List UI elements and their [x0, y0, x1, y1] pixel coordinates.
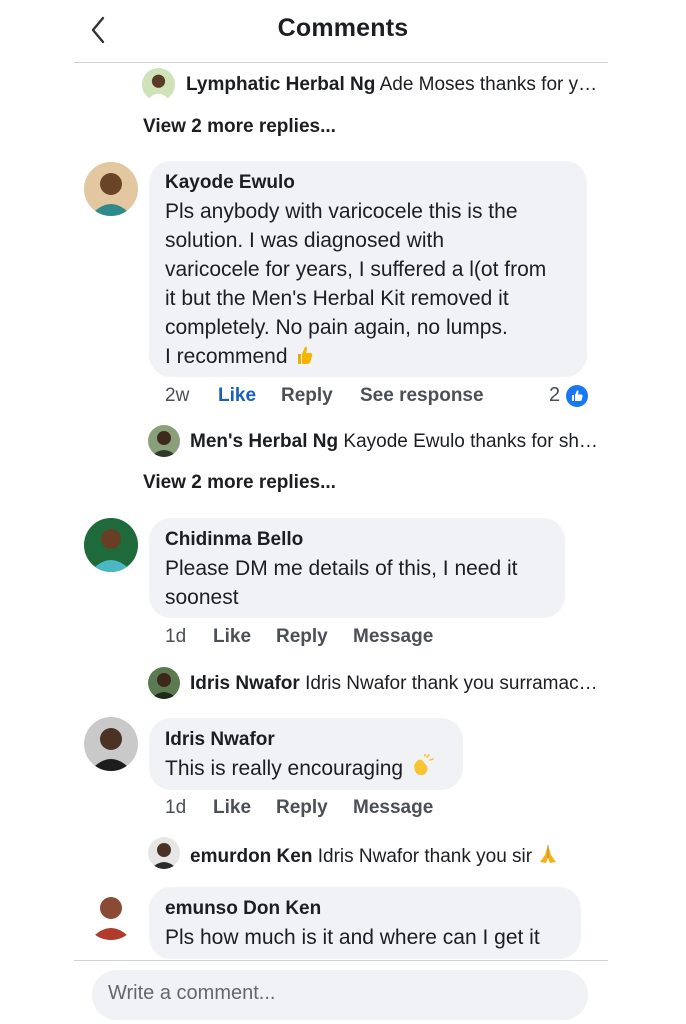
comment-author[interactable]: Kayode Ewulo — [165, 171, 571, 195]
comment-actions: 1d Like Reply Message — [165, 626, 433, 648]
avatar[interactable] — [148, 425, 180, 457]
comment-text: Pls how much is it and where can I get i… — [165, 926, 540, 949]
avatar[interactable] — [84, 886, 138, 940]
reply-author[interactable]: emurdon Ken — [190, 846, 312, 867]
view-more-replies-link[interactable]: View 2 more replies... — [143, 116, 336, 138]
reply-text: Idris Nwafor thank you sir — [317, 846, 533, 867]
comment-input[interactable]: Write a comment... — [108, 982, 275, 1005]
message-button[interactable]: Message — [353, 797, 433, 819]
like-reaction-icon — [566, 384, 589, 407]
reaction-count[interactable]: 2 — [549, 384, 589, 407]
avatar[interactable] — [84, 162, 138, 216]
reply-button[interactable]: Reply — [281, 385, 360, 407]
comment-author[interactable]: Chidinma Bello — [165, 528, 549, 552]
comment-author[interactable]: emunso Don Ken — [165, 897, 565, 921]
thumbs-up-emoji-icon — [293, 344, 315, 374]
see-response-button[interactable]: See response — [360, 385, 484, 407]
page-title: Comments — [277, 14, 409, 42]
reply-author[interactable]: Idris Nwafor — [190, 673, 300, 694]
comment-bubble: Chidinma Bello Please DM me details of t… — [149, 518, 565, 618]
reply-button[interactable]: Reply — [276, 626, 353, 648]
folded-hands-emoji-icon — [537, 843, 559, 871]
comment-actions: 1d Like Reply Message — [165, 797, 433, 819]
reply-preview[interactable]: Lymphatic Herbal Ng Ade Moses thanks for… — [186, 74, 598, 96]
comment-author[interactable]: Idris Nwafor — [165, 728, 447, 752]
message-button[interactable]: Message — [353, 626, 433, 648]
reply-text: Ade Moses thanks for yo... — [379, 74, 598, 95]
header-divider — [74, 62, 608, 63]
view-more-replies-link[interactable]: View 2 more replies... — [143, 472, 336, 494]
reply-preview[interactable]: Idris Nwafor Idris Nwafor thank you surr… — [190, 673, 598, 695]
avatar[interactable] — [142, 68, 175, 101]
comment-bubble: Kayode Ewulo Pls anybody with varicocele… — [149, 161, 587, 377]
reply-author[interactable]: Men's Herbal Ng — [190, 431, 338, 452]
comment-text: This is really encouraging — [165, 753, 447, 786]
comment-text: Pls anybody with varicocele this is the … — [165, 197, 571, 374]
comment-time: 1d — [165, 626, 187, 647]
comment-bubble: Idris Nwafor This is really encouraging — [149, 718, 463, 790]
like-button[interactable]: Like — [213, 797, 276, 819]
avatar[interactable] — [148, 667, 180, 699]
comment-text: Please DM me details of this, I need it … — [165, 557, 518, 609]
comment-actions: 2w Like Reply See response — [165, 385, 484, 407]
reply-preview[interactable]: emurdon Ken Idris Nwafor thank you sir — [190, 843, 598, 871]
avatar[interactable] — [84, 518, 138, 572]
comment-time: 1d — [165, 797, 187, 818]
reply-preview[interactable]: Men's Herbal Ng Kayode Ewulo thanks for … — [190, 431, 598, 453]
like-button[interactable]: Like — [218, 385, 281, 407]
reply-text: Kayode Ewulo thanks for sha... — [343, 431, 598, 452]
footer-divider — [74, 960, 608, 961]
reply-button[interactable]: Reply — [276, 797, 353, 819]
reply-author[interactable]: Lymphatic Herbal Ng — [186, 74, 375, 95]
header-bar: Comments — [0, 0, 686, 62]
avatar[interactable] — [148, 837, 180, 869]
comment-composer[interactable]: Write a comment... — [92, 970, 588, 1020]
comment-bubble: emunso Don Ken Pls how much is it and wh… — [149, 887, 581, 959]
reply-text: Idris Nwafor thank you surramacia... — [305, 673, 598, 694]
comment-time: 2w — [165, 385, 190, 406]
like-button[interactable]: Like — [213, 626, 276, 648]
clapping-hands-emoji-icon — [409, 753, 435, 786]
avatar[interactable] — [84, 717, 138, 771]
